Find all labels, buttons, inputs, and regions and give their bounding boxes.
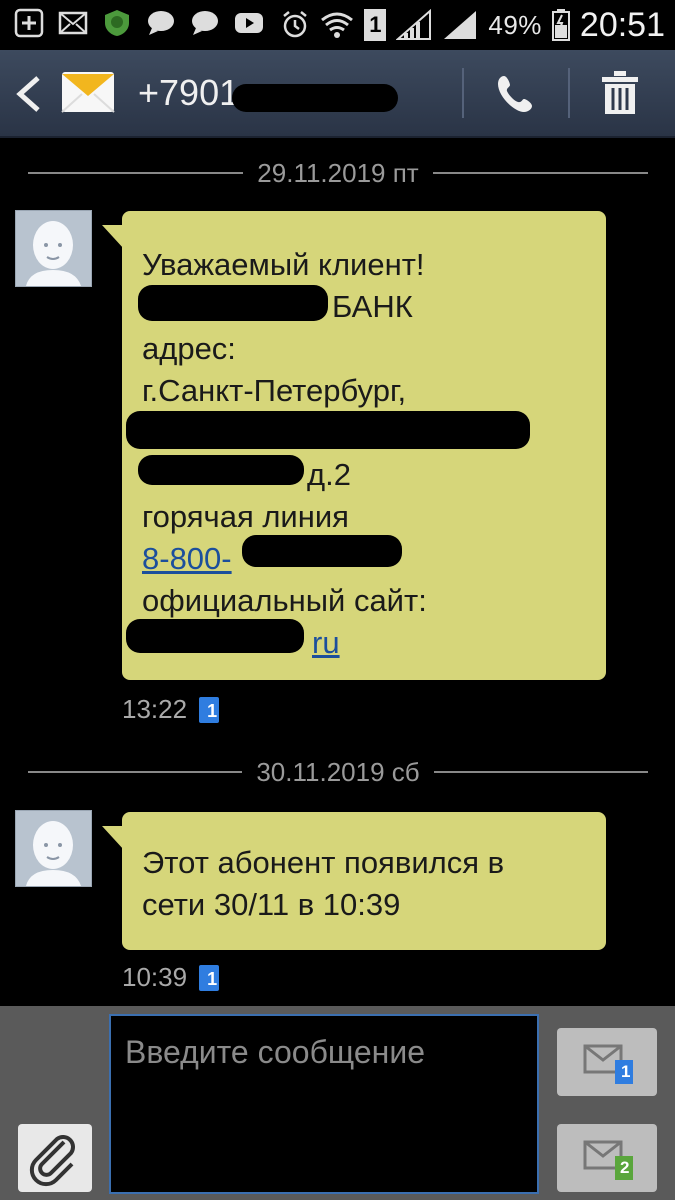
- message-meta: 13:22 1: [122, 694, 220, 725]
- avatar[interactable]: [15, 210, 92, 287]
- message-line: Уважаемый клиент!: [142, 247, 425, 282]
- redaction-mark: [126, 619, 304, 653]
- send-sim1-label: 1: [621, 1062, 631, 1081]
- send-sim1-button[interactable]: 1: [557, 1028, 657, 1096]
- date-separator: 30.11.2019 сб: [28, 757, 648, 787]
- avatar[interactable]: [15, 810, 92, 887]
- message-time: 13:22: [122, 694, 188, 724]
- message-input[interactable]: Введите сообщение: [109, 1014, 539, 1194]
- chat-icon: [192, 11, 218, 35]
- redaction-mark: [138, 285, 328, 321]
- sim-badge: 1: [199, 964, 220, 991]
- phone-icon[interactable]: [496, 72, 538, 114]
- redaction-mark: [242, 535, 402, 567]
- date-separator: 29.11.2019 пт: [28, 157, 649, 188]
- message-line: Этот абонент появился в: [142, 845, 505, 880]
- attach-button[interactable]: [18, 1124, 92, 1192]
- trash-icon[interactable]: [600, 70, 640, 116]
- message-bubble[interactable]: Этот абонент появился в сети 30/11 в 10:…: [102, 812, 606, 950]
- video-icon: [235, 13, 263, 33]
- header-divider: [462, 68, 464, 118]
- message-line: адрес:: [142, 331, 236, 366]
- message-line: г.Санкт-Петербург,: [142, 373, 407, 408]
- message-input-placeholder: Введите сообщение: [125, 1034, 425, 1070]
- shield-icon: [105, 10, 129, 36]
- back-icon[interactable]: [12, 74, 46, 114]
- date-label: 29.11.2019 пт: [257, 157, 419, 188]
- envelope-icon: [61, 72, 115, 113]
- send-sim2-button[interactable]: 2: [557, 1124, 657, 1192]
- paperclip-icon: [29, 1135, 75, 1187]
- signal-icon: [396, 9, 432, 40]
- message-line: сети 30/11 в 10:39: [142, 887, 401, 922]
- send-mail-icon: [583, 1044, 633, 1084]
- message-line: горячая линия: [142, 499, 349, 534]
- battery-icon: [551, 9, 570, 41]
- date-label: 30.11.2019 сб: [256, 756, 420, 787]
- status-bar: 1 49% 20:51: [0, 0, 675, 50]
- compose-bar: Введите сообщение 1 2: [0, 1006, 675, 1200]
- chat-icon: [148, 11, 174, 35]
- contact-number[interactable]: +7901: [138, 72, 239, 114]
- conversation-header: +7901: [0, 50, 675, 138]
- clock: 20:51: [579, 5, 665, 44]
- message-bubble[interactable]: Уважаемый клиент! БАНК адрес: г.Санкт-Пе…: [102, 211, 606, 680]
- header-divider: [568, 68, 570, 118]
- add-icon: [14, 8, 44, 38]
- sim-badge: 1: [199, 696, 220, 723]
- notification-icons: [14, 8, 264, 38]
- system-icons: 1 49% 20:51: [280, 4, 665, 46]
- mail-icon: [58, 11, 88, 35]
- alarm-icon: [283, 11, 308, 38]
- redaction-mark: [138, 455, 304, 485]
- redaction-mark: [232, 84, 398, 112]
- send-sim2-label: 2: [620, 1158, 630, 1177]
- signal-icon: [444, 11, 477, 39]
- message-meta: 10:39 1: [122, 962, 220, 993]
- sim1-label: 1: [369, 12, 382, 37]
- person-icon: [26, 821, 81, 886]
- send-mail-icon: [583, 1140, 633, 1180]
- message-time: 10:39: [122, 962, 188, 992]
- sim1-icon: 1: [364, 9, 387, 41]
- message-line: официальный сайт:: [142, 583, 427, 618]
- person-icon: [26, 221, 81, 286]
- wifi-icon: [321, 12, 354, 38]
- battery-percent: 49%: [488, 9, 542, 40]
- redaction-mark: [126, 411, 530, 449]
